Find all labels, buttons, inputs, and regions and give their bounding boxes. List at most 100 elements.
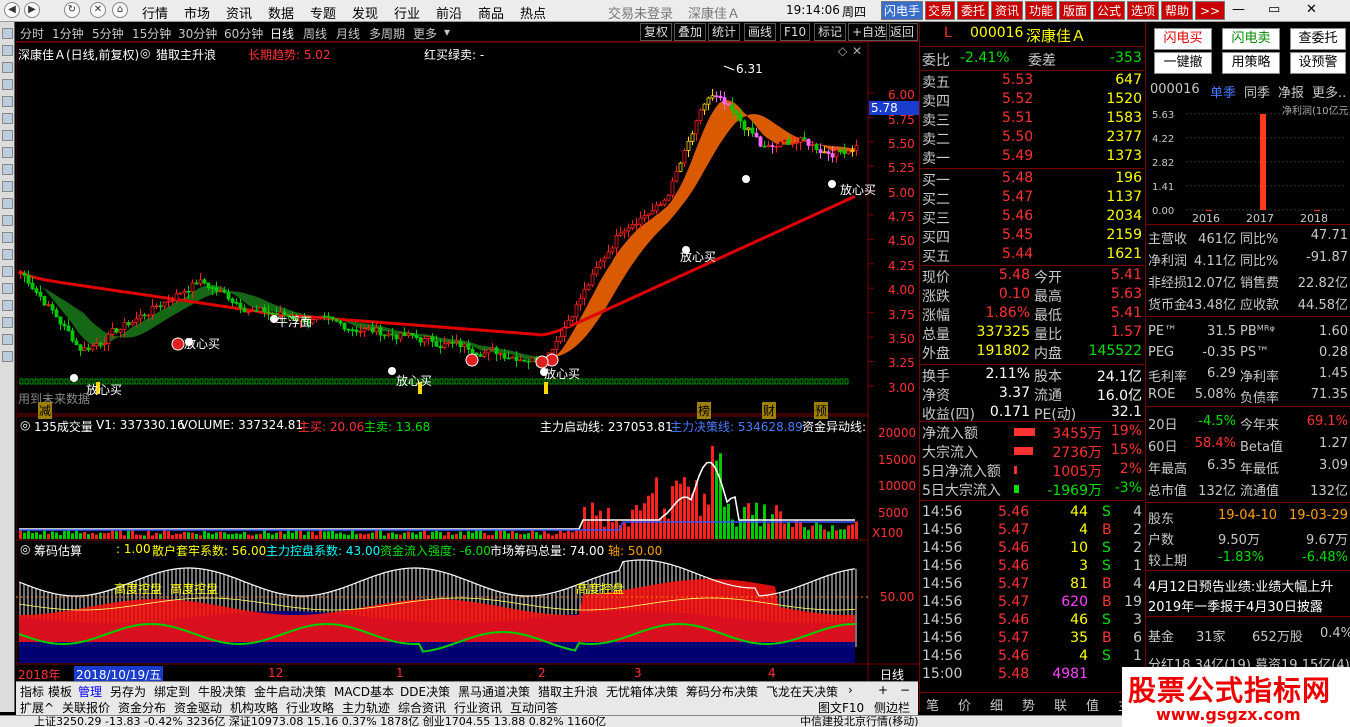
huaxian-button[interactable]: 画线 xyxy=(744,23,777,41)
menu-shichang[interactable]: 市场 xyxy=(184,3,210,22)
gongshi-button[interactable]: 公式 xyxy=(1093,1,1125,20)
bangzhu-button[interactable]: 帮助 xyxy=(1161,1,1193,20)
fanhui-button[interactable]: 返回 xyxy=(886,23,918,41)
maximize-icon[interactable]: ▭ xyxy=(1268,2,1280,17)
toolbar-icon[interactable] xyxy=(2,113,13,124)
query-order-button[interactable]: 查委托 xyxy=(1290,28,1346,50)
quote-tab[interactable]: 势 xyxy=(1022,695,1035,714)
zoom-icon[interactable]: ◇ xyxy=(838,44,847,58)
toolbar-icon[interactable] xyxy=(2,232,13,243)
tab-gengduo[interactable]: 更多 xyxy=(413,25,437,42)
forward-icon[interactable]: ▶ xyxy=(24,2,40,18)
volume-header[interactable]: 135成交量 xyxy=(34,418,93,435)
cancel-all-button[interactable]: 一键撤 xyxy=(1154,52,1212,74)
bid-price[interactable]: 5.45 xyxy=(1002,227,1033,243)
tab-30min[interactable]: 30分钟 xyxy=(178,25,217,42)
diejia-button[interactable]: 叠加 xyxy=(674,23,707,41)
chevron-down-icon[interactable]: ▾ xyxy=(444,25,450,39)
tab-60min[interactable]: 60分钟 xyxy=(224,25,263,42)
fin-tab-jingbao[interactable]: 净报 xyxy=(1278,82,1304,101)
toolbar-icon[interactable] xyxy=(2,249,13,260)
ask-price[interactable]: 5.51 xyxy=(1002,110,1033,126)
toolbar-icon[interactable] xyxy=(2,334,13,345)
close-icon[interactable]: ✕ xyxy=(852,44,862,58)
toolbar-icon[interactable] xyxy=(2,198,13,209)
toolbar-icon[interactable] xyxy=(2,317,13,328)
refresh-icon[interactable]: ↻ xyxy=(64,2,80,18)
toolbar-icon[interactable] xyxy=(2,181,13,192)
stop-icon[interactable]: ✕ xyxy=(90,2,106,18)
tab-zonghe[interactable]: 综合资讯 xyxy=(398,699,446,716)
add-icon[interactable]: + xyxy=(878,683,888,697)
tab-kuozhan[interactable]: 扩展^ xyxy=(20,699,54,716)
tongji-button[interactable]: 统计 xyxy=(708,23,741,41)
xuanxiang-button[interactable]: 选项 xyxy=(1127,1,1159,20)
gongneng-button[interactable]: 功能 xyxy=(1025,1,1057,20)
ask-price[interactable]: 5.50 xyxy=(1002,129,1033,145)
tab-zhouxian[interactable]: 周线 xyxy=(303,25,327,42)
quote-tab[interactable]: 笔 xyxy=(926,695,939,714)
marker-jian[interactable]: 减 xyxy=(38,402,53,419)
tab-5min[interactable]: 5分钟 xyxy=(92,25,124,42)
tab-hudong[interactable]: 互动问答 xyxy=(510,699,558,716)
strategy-button[interactable]: 用策略 xyxy=(1222,52,1280,74)
toolbar-icon[interactable] xyxy=(2,79,13,90)
remove-icon[interactable]: − xyxy=(900,683,910,697)
tab-tuwen[interactable]: 图文F10 xyxy=(818,699,864,716)
back-icon[interactable]: ◀ xyxy=(4,2,20,18)
quote-tab[interactable]: 细 xyxy=(990,695,1003,714)
toolbar-icon[interactable] xyxy=(2,62,13,73)
ask-price[interactable]: 5.49 xyxy=(1002,148,1033,164)
tab-fenshi[interactable]: 分时 xyxy=(20,25,44,42)
tab-scroll-right-icon[interactable]: › xyxy=(848,683,853,697)
news-item[interactable]: 2019年一季报于4月30日披露 xyxy=(1148,596,1323,615)
tab-15min[interactable]: 15分钟 xyxy=(132,25,171,42)
chip-gear-icon[interactable]: ◎ xyxy=(20,542,30,556)
banmian-button[interactable]: 版面 xyxy=(1059,1,1091,20)
menu-zixun[interactable]: 资讯 xyxy=(226,3,252,22)
tab-hangyegonglue[interactable]: 行业攻略 xyxy=(286,699,334,716)
bid-price[interactable]: 5.47 xyxy=(1002,189,1033,205)
volume-gear-icon[interactable]: ◎ xyxy=(20,418,30,432)
alert-button[interactable]: 设预警 xyxy=(1290,52,1346,74)
toolbar-icon[interactable] xyxy=(2,96,13,107)
marker-bang[interactable]: 榜 xyxy=(697,402,712,419)
news-ticker[interactable]: 中信建投北京行情(移动) xyxy=(800,716,919,727)
index-ticker[interactable]: 上证3250.29 -13.83 -0.42% 3236亿 深证10973.08… xyxy=(34,716,606,727)
zixuan-button[interactable]: +自选 xyxy=(848,23,891,41)
menu-faxian[interactable]: 发现 xyxy=(352,3,378,22)
toolbar-icon[interactable] xyxy=(2,130,13,141)
shandian-buy-button[interactable]: 闪电买 xyxy=(1154,28,1212,50)
menu-shangpin[interactable]: 商品 xyxy=(478,3,504,22)
weituo-button[interactable]: 委托 xyxy=(957,1,989,20)
quote-tab[interactable]: 价 xyxy=(958,695,971,714)
news-item[interactable]: 4月12日预告业绩:业绩大幅上升 xyxy=(1148,576,1333,595)
tab-hangyezixun[interactable]: 行业资讯 xyxy=(454,699,502,716)
indicator-gear-icon[interactable]: ◎ xyxy=(140,46,150,60)
fin-tab-more[interactable]: 更多.. xyxy=(1312,82,1346,101)
fuquan-button[interactable]: 复权 xyxy=(640,23,673,41)
marker-yu[interactable]: 预 xyxy=(814,402,829,419)
menu-zhuanti[interactable]: 专题 xyxy=(310,3,336,22)
tab-jigou[interactable]: 机构攻略 xyxy=(230,699,278,716)
fin-tab-tongji[interactable]: 同季 xyxy=(1244,82,1270,101)
quote-tab[interactable]: 值 xyxy=(1086,695,1099,714)
quote-tab[interactable]: 联 xyxy=(1054,695,1067,714)
more-button[interactable]: >> xyxy=(1195,1,1225,20)
menu-hangqing[interactable]: 行情 xyxy=(142,3,168,22)
menu-shuju[interactable]: 数据 xyxy=(268,3,294,22)
tab-zijinfenbu[interactable]: 资金分布 xyxy=(118,699,166,716)
tab-1min[interactable]: 1分钟 xyxy=(52,25,84,42)
tab-zhuliguiji[interactable]: 主力轨迹 xyxy=(342,699,390,716)
shandian-sell-button[interactable]: 闪电卖 xyxy=(1222,28,1280,50)
indicator-name[interactable]: 猎取主升浪 xyxy=(156,46,216,63)
bid-price[interactable]: 5.48 xyxy=(1002,170,1033,186)
toolbar-icon[interactable] xyxy=(2,300,13,311)
window-close-icon[interactable]: ✕ xyxy=(1306,2,1317,17)
fin-tab-danji[interactable]: 单季 xyxy=(1210,82,1236,101)
toolbar-icon[interactable] xyxy=(2,45,13,56)
toolbar-icon[interactable] xyxy=(2,28,13,39)
menu-qianyan[interactable]: 前沿 xyxy=(436,3,462,22)
toolbar-icon[interactable] xyxy=(2,215,13,226)
f10-button[interactable]: F10 xyxy=(780,23,811,41)
